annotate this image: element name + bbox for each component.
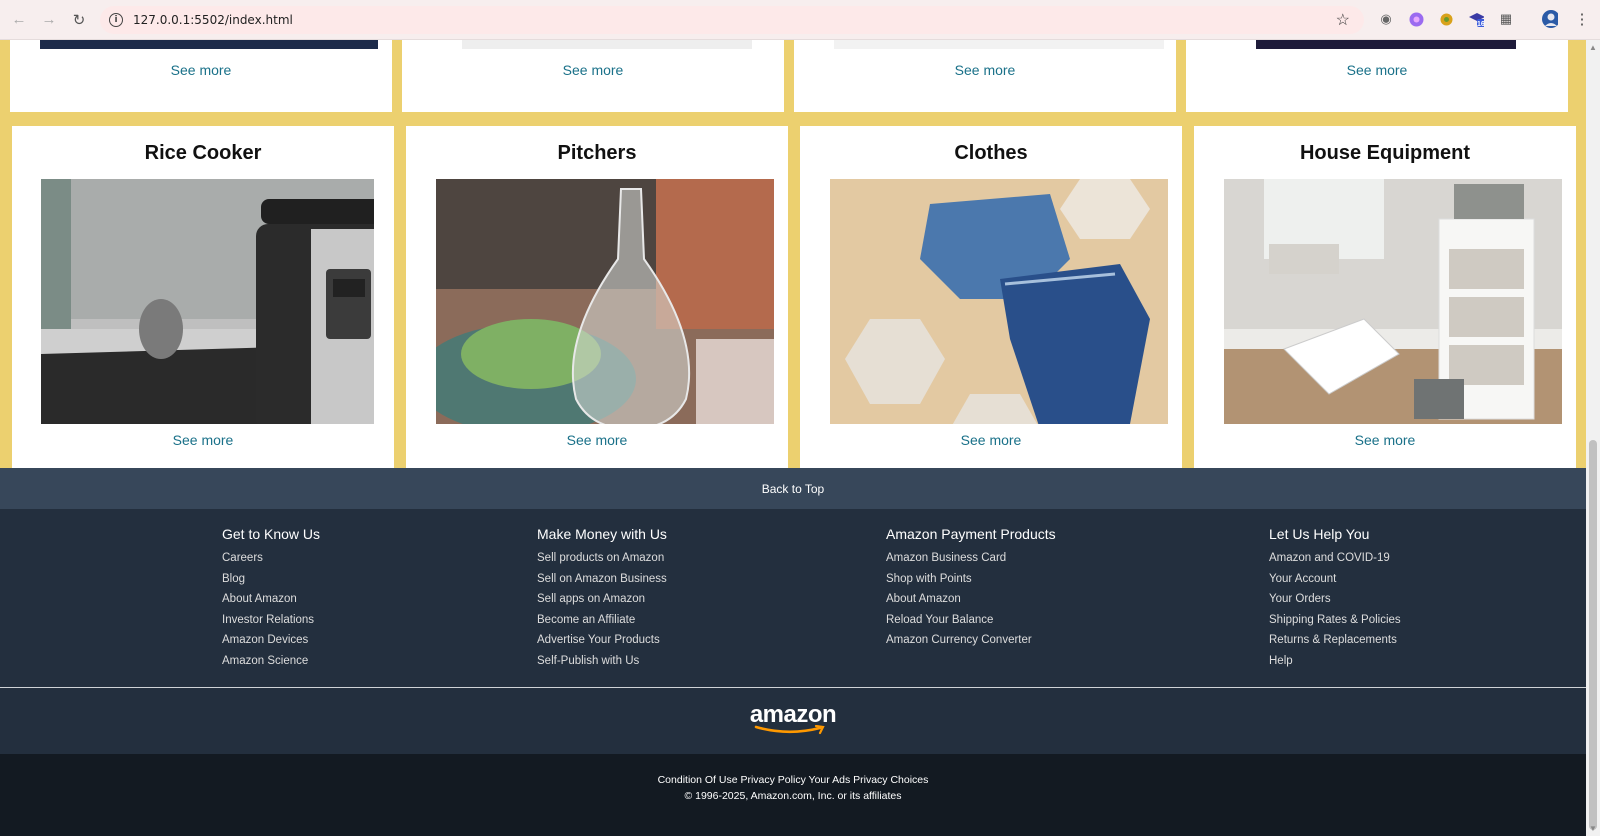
legal-links[interactable]: Condition Of Use Privacy Policy Your Ads… — [0, 774, 1586, 786]
footer-link[interactable]: Amazon and COVID-19 — [1269, 548, 1401, 569]
footer-link[interactable]: About Amazon — [222, 589, 320, 610]
footer-link[interactable]: Advertise Your Products — [537, 630, 667, 651]
footer-heading: Get to Know Us — [222, 526, 321, 542]
extension-gear-icon[interactable] — [1438, 11, 1454, 27]
footer-link[interactable]: Returns & Replacements — [1269, 630, 1401, 651]
bookmark-star-icon[interactable]: ☆ — [1336, 10, 1350, 30]
footer-bottom-bar: Condition Of Use Privacy Policy Your Ads… — [0, 754, 1586, 836]
scrollbar-thumb[interactable] — [1589, 440, 1597, 830]
footer-column-make-money: Make Money with Us Sell products on Amaz… — [537, 526, 667, 671]
footer-column-get-to-know-us: Get to Know Us Careers Blog About Amazon… — [222, 526, 320, 671]
extension-purple-icon[interactable] — [1408, 11, 1424, 27]
extension-graduation-icon[interactable]: 16 — [1468, 11, 1485, 28]
site-info-icon[interactable]: i — [109, 13, 123, 27]
logo-smile-icon — [754, 725, 825, 735]
clothes-image[interactable] — [830, 179, 1168, 424]
footer-link[interactable]: Become an Affiliate — [537, 610, 667, 631]
back-to-top-button[interactable]: Back to Top — [0, 468, 1586, 509]
footer-link[interactable]: Your Account — [1269, 569, 1401, 590]
footer-link[interactable]: Self-Publish with Us — [537, 651, 667, 672]
product-image-partial — [834, 40, 1164, 49]
see-more-link[interactable]: See more — [1194, 432, 1576, 448]
footer-link[interactable]: Investor Relations — [222, 610, 320, 631]
category-card-pitchers: Pitchers See more — [406, 126, 788, 468]
footer-column-payment-products: Amazon Payment Products Amazon Business … — [886, 526, 1056, 651]
product-image-partial — [1256, 40, 1516, 49]
footer-heading: Let Us Help You — [1269, 526, 1370, 542]
card-title: Clothes — [954, 142, 1028, 164]
extensions-puzzle-icon[interactable]: ▦ — [1498, 11, 1514, 27]
reload-icon[interactable]: ↻ — [68, 9, 90, 31]
see-more-link[interactable]: See more — [12, 432, 394, 448]
footer-link[interactable]: Careers — [222, 548, 320, 569]
see-more-link[interactable]: See more — [794, 62, 1176, 78]
footer: Get to Know Us Careers Blog About Amazon… — [0, 509, 1586, 754]
see-more-link[interactable]: See more — [800, 432, 1182, 448]
category-card-partial: See more — [1186, 40, 1568, 112]
url-text[interactable]: 127.0.0.1:5502/index.html — [133, 13, 293, 27]
copyright-text: © 1996-2025, Amazon.com, Inc. or its aff… — [684, 790, 902, 802]
footer-link[interactable]: About Amazon — [886, 589, 1056, 610]
footer-link[interactable]: Amazon Devices — [222, 630, 320, 651]
card-title: House Equipment — [1299, 142, 1470, 164]
profile-avatar[interactable] — [1542, 10, 1558, 28]
see-more-link[interactable]: See more — [10, 62, 392, 78]
rice-cooker-image[interactable] — [41, 179, 374, 424]
footer-link[interactable]: Shipping Rates & Policies — [1269, 610, 1401, 631]
see-more-link[interactable]: See more — [1186, 62, 1568, 78]
footer-link[interactable]: Blog — [222, 569, 320, 590]
footer-link[interactable]: Sell products on Amazon — [537, 548, 667, 569]
footer-column-help: Let Us Help You Amazon and COVID-19 Your… — [1269, 526, 1401, 671]
footer-link[interactable]: Your Orders — [1269, 589, 1401, 610]
category-card-partial: See more — [794, 40, 1176, 112]
card-title: Rice Cooker — [144, 142, 262, 164]
category-card-partial: See more — [10, 40, 392, 112]
category-card-partial: See more — [402, 40, 784, 112]
footer-link[interactable]: Help — [1269, 651, 1401, 672]
product-image-partial — [40, 40, 378, 49]
amazon-logo[interactable]: amazon — [0, 701, 1586, 735]
camera-icon[interactable]: ◉ — [1378, 11, 1394, 27]
browser-toolbar: ← → ↻ i 127.0.0.1:5502/index.html ☆ ◉ 16… — [0, 0, 1600, 40]
footer-heading: Make Money with Us — [537, 526, 667, 542]
footer-link[interactable]: Amazon Business Card — [886, 548, 1056, 569]
footer-link[interactable]: Sell apps on Amazon — [537, 589, 667, 610]
footer-link[interactable]: Shop with Points — [886, 569, 1056, 590]
footer-link[interactable]: Reload Your Balance — [886, 610, 1056, 631]
product-image-partial — [462, 40, 752, 49]
footer-link[interactable]: Amazon Currency Converter — [886, 630, 1056, 651]
footer-link[interactable]: Sell on Amazon Business — [537, 569, 667, 590]
footer-heading: Amazon Payment Products — [886, 526, 1056, 542]
scroll-up-arrow-icon[interactable]: ▲ — [1589, 43, 1597, 52]
back-arrow-icon[interactable]: ← — [8, 9, 30, 31]
page-viewport: See more See more See more See more Rice… — [0, 40, 1586, 836]
vertical-scrollbar[interactable]: ▲ ▼ — [1586, 40, 1600, 836]
category-card-rice-cooker: Rice Cooker See more — [12, 126, 394, 468]
footer-divider — [0, 687, 1586, 688]
scroll-down-arrow-icon[interactable]: ▼ — [1589, 824, 1597, 833]
see-more-link[interactable]: See more — [402, 62, 784, 78]
address-bar[interactable]: i 127.0.0.1:5502/index.html ☆ — [100, 6, 1364, 34]
card-title: Pitchers — [557, 142, 637, 164]
forward-arrow-icon[interactable]: → — [38, 9, 60, 31]
extension-badge: 16 — [1477, 21, 1485, 28]
logo-text: amazon — [749, 701, 837, 728]
house-equipment-image[interactable] — [1224, 179, 1562, 424]
footer-link[interactable]: Amazon Science — [222, 651, 320, 672]
browser-menu-icon[interactable]: ⋮ — [1574, 11, 1590, 28]
pitchers-image[interactable] — [436, 179, 774, 424]
category-card-house-equipment: House Equipment See more — [1194, 126, 1576, 468]
category-card-clothes: Clothes See more — [800, 126, 1182, 468]
see-more-link[interactable]: See more — [406, 432, 788, 448]
